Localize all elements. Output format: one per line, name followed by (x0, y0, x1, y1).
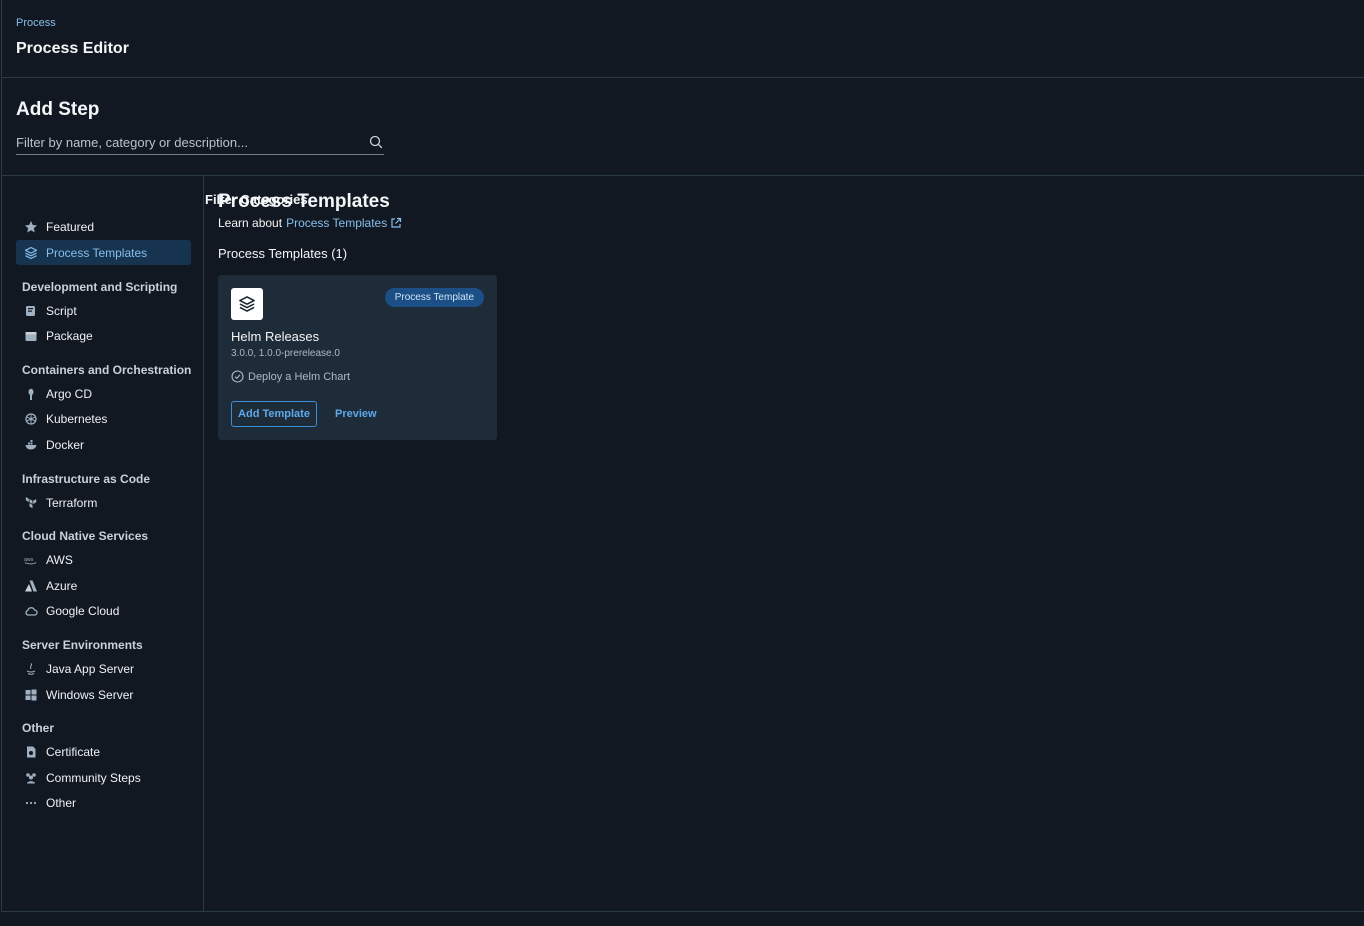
group-heading-infrastructure: Infrastructure as Code (22, 472, 151, 486)
sidebar-item-argo-cd[interactable]: Argo CD (16, 381, 191, 406)
ellipsis-icon (24, 796, 38, 810)
kubernetes-icon (24, 412, 38, 426)
header: Process Process Editor (2, 0, 1364, 78)
sidebar-item-featured[interactable]: Featured (16, 214, 191, 239)
app-frame: Process Process Editor Add Step Filter C… (1, 0, 1364, 912)
sidebar-item-community-steps[interactable]: Community Steps (16, 765, 191, 790)
cloud-icon (24, 604, 38, 618)
sidebar-item-label: Google Cloud (46, 603, 120, 618)
search-box (16, 131, 384, 155)
group-heading-development: Development and Scripting (22, 280, 178, 294)
page-title: Process Editor (16, 40, 129, 57)
sidebar-item-windows-server[interactable]: Windows Server (16, 682, 191, 707)
sidebar-item-package[interactable]: Package (16, 323, 191, 348)
docker-icon (24, 438, 38, 452)
template-badge: Process Template (384, 288, 484, 307)
star-icon (24, 220, 38, 234)
filter-sidebar: Filter Categories Featured Process Templ… (2, 176, 308, 912)
template-versions: 3.0.0, 1.0.0-prerelease.0 (231, 348, 340, 359)
sidebar-item-label: Windows Server (46, 687, 134, 702)
aws-icon: aws (24, 553, 38, 567)
template-step-label: Deploy a Helm Chart (248, 370, 351, 383)
process-templates-link[interactable]: Process Templates (286, 216, 387, 230)
sidebar-item-label: Featured (46, 219, 95, 234)
layers-icon (239, 296, 255, 312)
main-panel: Process Templates Learn about Process Te… (205, 176, 1364, 912)
svg-text:aws: aws (24, 556, 34, 562)
java-icon (24, 662, 38, 676)
sidebar-item-aws[interactable]: aws AWS (16, 547, 191, 572)
sidebar-item-label: Package (46, 328, 93, 343)
sidebar-item-label: Kubernetes (46, 411, 108, 426)
script-icon (24, 304, 38, 318)
group-heading-containers: Containers and Orchestration (22, 363, 192, 377)
template-card: Process Template Helm Releases 3.0.0, 1.… (218, 275, 497, 440)
sidebar-item-label: Docker (46, 437, 85, 452)
sidebar-item-kubernetes[interactable]: Kubernetes (16, 406, 191, 431)
sidebar-item-terraform[interactable]: Terraform (16, 490, 191, 515)
template-logo (231, 288, 263, 320)
learn-about: Learn about Process Templates (218, 216, 402, 230)
certificate-icon (24, 745, 38, 759)
sidebar-item-label: Argo CD (46, 386, 93, 401)
sidebar-item-java-app-server[interactable]: Java App Server (16, 656, 191, 681)
template-step: Deploy a Helm Chart (231, 370, 350, 383)
sidebar-item-label: Certificate (46, 744, 101, 759)
sidebar-item-process-templates[interactable]: Process Templates (16, 240, 191, 265)
check-circle-icon (231, 370, 244, 383)
sidebar-item-label: Azure (46, 578, 78, 593)
sidebar-item-label: Community Steps (46, 770, 141, 785)
azure-icon (24, 579, 38, 593)
add-step-title: Add Step (16, 99, 100, 120)
sidebar-item-label: Script (46, 303, 77, 318)
template-name: Helm Releases (231, 329, 320, 344)
preview-button[interactable]: Preview (329, 401, 383, 427)
package-icon (24, 329, 38, 343)
sidebar-item-label: Java App Server (46, 661, 135, 676)
group-heading-server: Server Environments (22, 638, 143, 652)
sidebar-item-script[interactable]: Script (16, 298, 191, 323)
external-link-icon[interactable] (390, 217, 402, 229)
windows-icon (24, 688, 38, 702)
sidebar-item-other[interactable]: Other (16, 790, 191, 815)
breadcrumb-process[interactable]: Process (16, 17, 56, 29)
section-title: Process Templates (218, 191, 390, 212)
templates-count-heading: Process Templates (1) (218, 246, 348, 261)
sidebar-item-google-cloud[interactable]: Google Cloud (16, 598, 191, 623)
terraform-icon (24, 496, 38, 510)
group-heading-other: Other (22, 721, 55, 735)
sidebar-item-azure[interactable]: Azure (16, 573, 191, 598)
learn-prefix: Learn about (218, 216, 283, 230)
argo-icon (24, 387, 38, 401)
sidebar-item-label: Process Templates (46, 245, 148, 260)
search-input[interactable] (16, 131, 356, 153)
layers-icon (24, 246, 38, 260)
users-icon (24, 771, 38, 785)
sidebar-item-certificate[interactable]: Certificate (16, 739, 191, 764)
sidebar-item-label: Terraform (46, 495, 98, 510)
group-heading-cloud: Cloud Native Services (22, 529, 149, 543)
sidebar-item-label: AWS (46, 552, 73, 567)
add-step-panel: Add Step (2, 78, 1364, 176)
add-template-button[interactable]: Add Template (231, 401, 317, 427)
sidebar-item-docker[interactable]: Docker (16, 432, 191, 457)
sidebar-item-label: Other (46, 795, 77, 810)
search-icon[interactable] (368, 134, 384, 150)
